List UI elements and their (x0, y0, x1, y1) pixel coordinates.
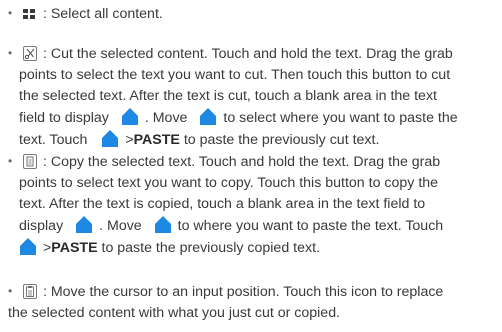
cursor-handle-icon (75, 216, 93, 233)
line: : Cut the selected content. Touch and ho… (19, 44, 453, 64)
paste-icon (23, 284, 37, 299)
bullet: • (8, 46, 13, 60)
item-text: points to select the text you want to cu… (19, 67, 451, 83)
item-text: to select where you want to paste the (223, 110, 458, 126)
line: the selected text. After the text is cut… (19, 86, 437, 106)
line: : Move the cursor to an input position. … (19, 282, 443, 302)
item-text: display (19, 218, 64, 234)
paste-label: PASTE (133, 132, 180, 148)
item-text: . Move (99, 218, 142, 234)
cursor-handle-icon (101, 130, 119, 147)
line: points to select the text you want to cu… (19, 65, 450, 85)
line: field to display . Move to select where … (19, 108, 458, 128)
item-text: : Move the cursor to an input position. … (42, 284, 444, 300)
item-text: : Cut the selected content. Touch and ho… (42, 46, 453, 62)
cursor-handle-icon (19, 238, 37, 255)
bullet: • (8, 284, 13, 298)
item-text: . Move (144, 110, 188, 126)
item-text: text. Touch (19, 132, 88, 148)
item-text: : Copy the selected text. Touch and hold… (42, 154, 441, 170)
line: text. After the text is copied, touch a … (19, 194, 425, 214)
line: : Select all content. (19, 4, 163, 24)
paste-label: PASTE (51, 240, 98, 256)
line: display . Move to where you want to past… (19, 216, 443, 236)
cursor-handle-icon (154, 216, 172, 233)
select-all-icon (23, 9, 37, 19)
line: points to select text you want to copy. … (19, 173, 438, 193)
line: >PASTE to paste the previously copied te… (19, 238, 320, 258)
item-text: points to select text you want to copy. … (19, 175, 439, 191)
item-text: field to display (19, 110, 109, 126)
item-text: to where you want to paste the text. Tou… (177, 218, 444, 234)
bullet: • (8, 6, 13, 20)
cursor-handle-icon (199, 108, 217, 125)
line: text. Touch >PASTE to paste the previous… (19, 130, 379, 150)
copy-icon (23, 154, 37, 169)
item-text: the selected text. After the text is cut… (19, 88, 437, 104)
item-text: text. After the text is copied, touch a … (19, 196, 426, 212)
cursor-handle-icon (121, 108, 139, 125)
item-text: the selected content with what you just … (8, 305, 341, 321)
item-text: : Select all content. (42, 6, 163, 22)
cut-icon (23, 46, 37, 61)
bullet: • (8, 154, 13, 168)
item-text: to paste the previously cut text. (183, 132, 380, 148)
item-text: > (125, 132, 134, 148)
line: the selected content with what you just … (8, 303, 340, 323)
line: : Copy the selected text. Touch and hold… (19, 152, 440, 172)
item-text: to paste the previously copied text. (101, 240, 320, 256)
